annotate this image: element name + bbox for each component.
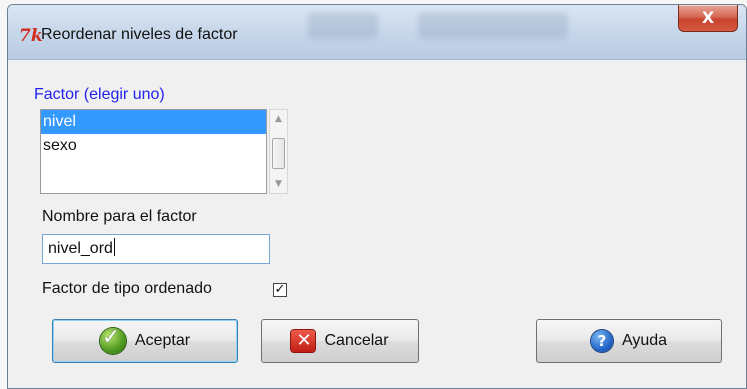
window-title: Reordenar niveles de factor	[41, 26, 238, 43]
close-button[interactable]: X	[678, 5, 738, 32]
accept-button-label: Aceptar	[134, 332, 191, 349]
scroll-up-arrow-icon[interactable]: ▲	[270, 112, 287, 126]
scrollbar-thumb[interactable]	[272, 138, 285, 169]
factor-listbox[interactable]: nivel sexo	[40, 109, 267, 194]
factor-list-label: Factor (elegir uno)	[34, 86, 165, 103]
help-button-label: Ayuda	[621, 332, 668, 349]
ordered-factor-checkbox[interactable]: ✓	[273, 283, 287, 297]
help-icon: ?	[590, 330, 613, 352]
help-button[interactable]: ? Ayuda	[536, 319, 722, 363]
background-window-title-blur	[418, 13, 568, 39]
tk-icon: 7k	[19, 26, 43, 46]
title-bar[interactable]: 7k Reordenar niveles de factor X	[8, 5, 746, 60]
text-caret	[113, 238, 115, 256]
dialog-window: 7k Reordenar niveles de factor X Factor …	[7, 4, 747, 389]
scroll-down-arrow-icon[interactable]: ▼	[270, 177, 287, 191]
factor-name-label: Nombre para el factor	[42, 208, 197, 225]
list-item-sexo[interactable]: sexo	[41, 134, 266, 158]
cancel-button[interactable]: ✕ Cancelar	[261, 319, 419, 363]
x-square-icon: ✕	[291, 330, 316, 352]
factor-name-input[interactable]: nivel_ord	[42, 234, 270, 264]
accept-button[interactable]: ✓ Aceptar	[52, 319, 238, 363]
list-item-nivel[interactable]: nivel	[41, 110, 266, 134]
cancel-button-label: Cancelar	[324, 332, 389, 349]
factor-name-value: nivel_ord	[48, 240, 113, 257]
close-icon: X	[701, 8, 715, 27]
listbox-scrollbar[interactable]: ▲ ▼	[269, 109, 288, 194]
check-circle-icon: ✓	[99, 325, 126, 354]
check-mark-icon: ✓	[274, 282, 286, 297]
ordered-factor-label: Factor de tipo ordenado	[42, 280, 212, 297]
background-window-title-blur	[308, 13, 378, 39]
